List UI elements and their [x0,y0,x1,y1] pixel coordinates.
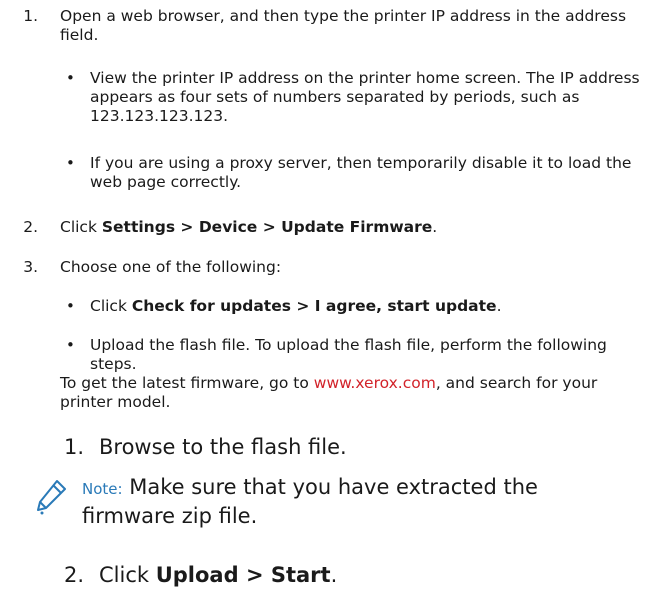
step-3-bullet-2: Upload the flash file. To upload the fla… [90,336,607,373]
step-1-number: 1. [23,7,38,25]
step-2-number: 2. [23,218,38,236]
substep-2-number: 2. [63,563,84,587]
step-3-text: Choose one of the following: [60,258,282,276]
step-3-number: 3. [23,258,38,276]
note-label: Note: [82,480,123,498]
bullet-dot: • [66,336,75,354]
document-page: 1. Open a web browser, and then type the… [0,0,668,598]
step-1-text: Open a web browser, and then type the pr… [60,7,627,44]
firmware-instruction: To get the latest firmware, go to www.xe… [60,374,598,411]
bullet-dot: • [66,297,75,315]
xerox-link[interactable]: www.xerox.com [314,374,436,392]
substep-2-text: Click Upload > Start. [99,563,338,587]
step-1-bullet-1: View the printer IP address on the print… [90,69,640,125]
note-text: Note: Make sure that you have extracted … [82,475,538,528]
bullet-dot: • [66,69,75,87]
step-3-bullet-1: Click Check for updates > I agree, start… [90,297,502,315]
substep-2-path: Upload > Start [155,563,331,587]
bullet-dot: • [66,154,75,172]
substep-1-number: 1. [63,435,84,459]
pencil-icon [34,477,70,515]
step-2-path: Settings > Device > Update Firmware [101,218,433,236]
step-3-bullet-1-path: Check for updates > I agree, start updat… [131,297,497,315]
step-2-text: Click Settings > Device > Update Firmwar… [60,218,438,236]
substep-1-text: Browse to the flash file. [99,435,347,459]
step-1-bullet-2: If you are using a proxy server, then te… [90,154,632,191]
